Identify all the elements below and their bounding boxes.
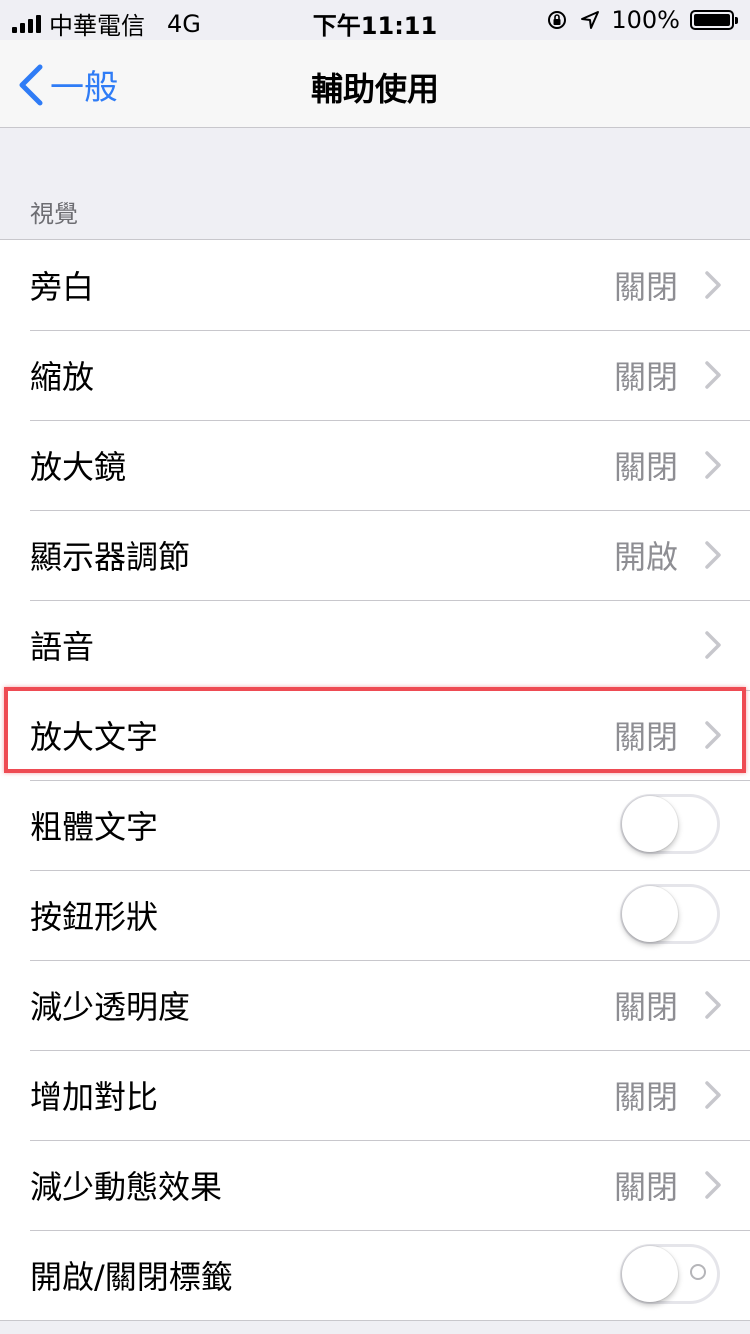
row-label: 旁白 xyxy=(30,268,95,306)
row-value: 關閉 xyxy=(613,988,678,1026)
settings-row[interactable]: 顯示器調節 開啟 xyxy=(0,510,750,600)
row-label: 語音 xyxy=(30,628,95,666)
settings-row[interactable]: 增加對比 關閉 xyxy=(0,1050,750,1140)
row-label: 放大文字 xyxy=(30,718,159,756)
toggle-knob xyxy=(622,886,678,942)
row-value: 關閉 xyxy=(613,718,678,756)
settings-row[interactable]: 放大文字 關閉 xyxy=(0,690,750,780)
toggle-switch[interactable] xyxy=(620,884,720,944)
status-right: 100% xyxy=(545,6,738,34)
settings-row[interactable]: 旁白 關閉 xyxy=(0,240,750,330)
toggle-switch[interactable] xyxy=(620,1244,720,1304)
battery-icon xyxy=(690,10,738,30)
navigation-bar: 一般 輔助使用 xyxy=(0,40,750,128)
row-label: 縮放 xyxy=(30,358,95,396)
settings-row[interactable]: 減少動態效果 關閉 xyxy=(0,1140,750,1230)
row-value: 關閉 xyxy=(613,1168,678,1206)
chevron-right-icon xyxy=(705,271,721,299)
chevron-right-icon xyxy=(705,361,721,389)
settings-row[interactable]: 語音 xyxy=(0,600,750,690)
row-value: 關閉 xyxy=(613,358,678,396)
row-label: 粗體文字 xyxy=(30,808,159,846)
status-bar: 中華電信 4G 下午11:11 100% xyxy=(0,0,750,40)
toggle-knob xyxy=(622,796,678,852)
settings-row[interactable]: 粗體文字 xyxy=(0,780,750,870)
row-label: 放大鏡 xyxy=(30,448,127,486)
chevron-right-icon xyxy=(705,721,721,749)
settings-row[interactable]: 按鈕形狀 xyxy=(0,870,750,960)
section-header-vision: 視覺 xyxy=(30,200,78,228)
row-label: 開啟/關閉標籤 xyxy=(30,1258,233,1296)
toggle-switch[interactable] xyxy=(620,794,720,854)
row-label: 增加對比 xyxy=(30,1078,159,1116)
row-value: 關閉 xyxy=(613,1078,678,1116)
settings-row[interactable]: 減少透明度 關閉 xyxy=(0,960,750,1050)
chevron-right-icon xyxy=(705,1081,721,1109)
settings-row[interactable]: 開啟/關閉標籤 xyxy=(0,1230,750,1320)
page-title: 輔助使用 xyxy=(310,70,439,108)
chevron-right-icon xyxy=(705,631,721,659)
row-label: 減少透明度 xyxy=(30,988,191,1026)
chevron-right-icon xyxy=(705,451,721,479)
chevron-right-icon xyxy=(705,991,721,1019)
row-label: 減少動態效果 xyxy=(30,1168,223,1206)
row-value: 關閉 xyxy=(613,448,678,486)
orientation-lock-icon xyxy=(548,11,567,29)
settings-row[interactable]: 縮放 關閉 xyxy=(0,330,750,420)
location-icon xyxy=(581,11,600,29)
row-label: 按鈕形狀 xyxy=(30,898,159,936)
chevron-right-icon xyxy=(705,1171,721,1199)
chevron-right-icon xyxy=(705,541,721,569)
battery-percent: 100% xyxy=(611,6,680,34)
row-value: 開啟 xyxy=(613,538,678,576)
row-value: 關閉 xyxy=(613,268,678,306)
toggle-off-label-icon xyxy=(690,1264,706,1280)
toggle-knob xyxy=(622,1246,678,1302)
settings-row[interactable]: 放大鏡 關閉 xyxy=(0,420,750,510)
row-label: 顯示器調節 xyxy=(30,538,191,576)
settings-list: 旁白 關閉 縮放 關閉 放大鏡 關閉 顯示器調節 開啟 語音 放大文字 關閉 粗體文字 按鈕形狀 減少透明… xyxy=(0,239,750,1321)
